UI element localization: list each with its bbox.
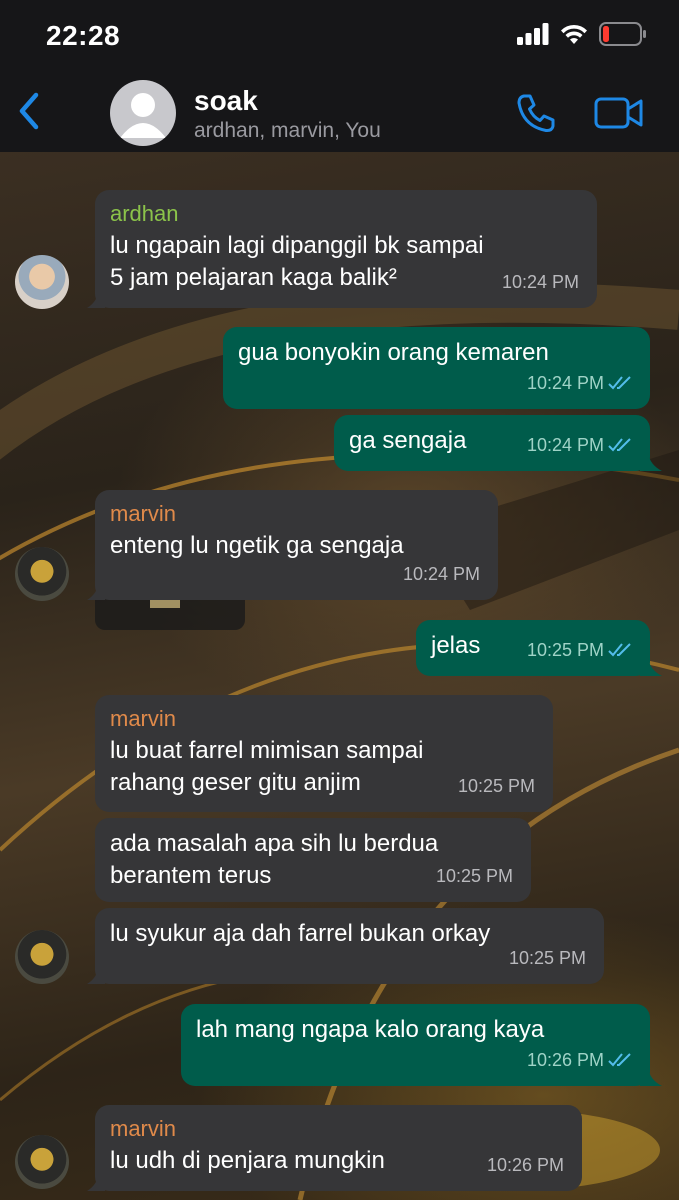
message-text: gua bonyokin orang kemaren <box>238 339 549 366</box>
message-time: 10:25 PM <box>435 866 513 886</box>
message-time: 10:26 PM <box>486 1155 564 1175</box>
person-placeholder-icon <box>120 93 166 138</box>
signal-icon <box>517 23 549 45</box>
video-call-icon[interactable] <box>594 95 644 131</box>
back-chevron-icon[interactable] <box>14 91 44 131</box>
ardhan-avatar[interactable] <box>15 255 69 309</box>
message-bubble[interactable]: ada masalah apa sih lu berdua berantem t… <box>95 818 531 902</box>
message-text: lah mang ngapa kalo orang kaya <box>196 1016 545 1043</box>
chat-members[interactable]: ardhan, marvin, You <box>194 119 381 143</box>
message-bubble[interactable]: marvin enteng lu ngetik ga sengaja 10:24… <box>87 490 498 600</box>
chat-header: soak ardhan, marvin, You <box>0 75 679 152</box>
sender-name: marvin <box>110 706 177 731</box>
message-bubble[interactable]: lah mang ngapa kalo orang kaya 10:26 PM <box>181 1004 662 1086</box>
double-check-icon <box>608 1053 631 1067</box>
message-time: 10:24 PM <box>501 272 579 292</box>
chat-title[interactable]: soak <box>194 85 258 117</box>
message-bubble[interactable]: marvin lu buat farrel mimisan sampai rah… <box>95 695 553 812</box>
message-bubble[interactable]: ardhan lu ngapain lagi dipanggil bk samp… <box>87 190 597 308</box>
message-bubble[interactable]: jelas 10:25 PM <box>416 620 662 676</box>
message-time: 10:26 PM <box>527 1044 634 1076</box>
status-time: 22:28 <box>46 20 121 51</box>
wifi-icon <box>561 24 587 44</box>
message-time: 10:24 PM <box>527 429 634 461</box>
double-check-icon <box>608 643 631 657</box>
phone-call-icon[interactable] <box>515 92 557 134</box>
sender-name: marvin <box>110 501 177 526</box>
sender-name: ardhan <box>110 201 179 226</box>
message-bubble[interactable]: ga sengaja 10:24 PM <box>334 415 662 471</box>
group-avatar[interactable] <box>110 80 176 146</box>
status-icons <box>517 22 647 46</box>
message-bubble[interactable]: marvin lu udh di penjara mungkin 10:26 P… <box>87 1105 582 1191</box>
marvin-avatar[interactable] <box>15 547 69 601</box>
marvin-avatar[interactable] <box>15 1135 69 1189</box>
message-time: 10:25 PM <box>457 776 535 796</box>
message-time: 10:24 PM <box>402 564 480 584</box>
double-check-icon <box>608 438 631 452</box>
battery-icon <box>599 22 646 46</box>
message-bubble[interactable]: gua bonyokin orang kemaren 10:24 PM <box>223 327 650 409</box>
message-time: 10:25 PM <box>527 634 634 666</box>
message-time: 10:24 PM <box>527 367 634 399</box>
status-bar: 22:28 <box>0 0 679 75</box>
marvin-avatar[interactable] <box>15 930 69 984</box>
double-check-icon <box>608 376 631 390</box>
message-bubble[interactable]: lu syukur aja dah farrel bukan orkay 10:… <box>87 908 604 984</box>
sender-name: marvin <box>110 1116 177 1141</box>
message-time: 10:25 PM <box>508 948 586 968</box>
